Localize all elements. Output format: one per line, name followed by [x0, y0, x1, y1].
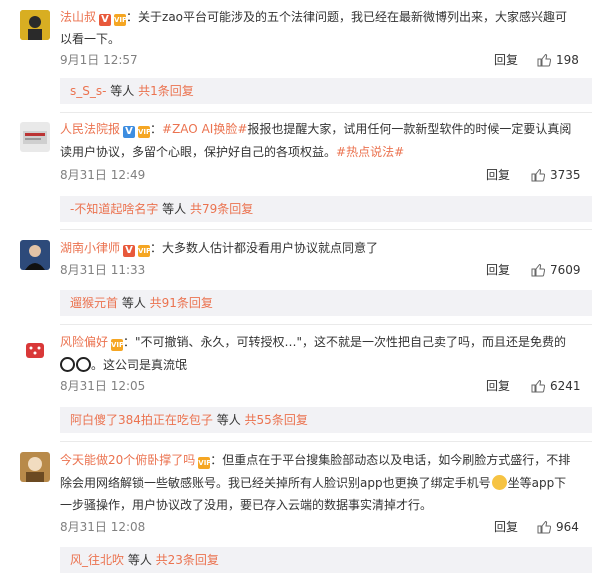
comment-text: ：但重点在于平台搜集脸部动态以及电话，如今刷脸方式盛行，不排	[210, 453, 571, 467]
sub-replies-bar[interactable]: 遛猴元首 等人 共91条回复	[60, 290, 592, 316]
comment-time: 8月31日 11:33	[60, 263, 146, 277]
vip-badge-icon: VIP	[138, 126, 152, 138]
sub-reply-count[interactable]: 共55条回复	[245, 413, 308, 427]
sub-replies-bar[interactable]: s_S_s- 等人 共1条回复	[60, 78, 592, 104]
divider	[60, 112, 592, 113]
sub-reply-text: 等人	[212, 413, 245, 427]
comment-text-line: 湖南小律师 V VIP：大多数人估计都没看用户协议就点同意了	[60, 237, 378, 259]
reply-button[interactable]: 回复	[486, 262, 510, 278]
comment-text-line: 风险偏好 VIP："不可撤销、永久，可转授权…"，这不就是一次性把自己卖了吗，而且…	[60, 331, 566, 353]
like-count: 3735	[550, 168, 581, 182]
topic-link[interactable]: #热点说法#	[336, 145, 404, 159]
verified-badge-icon: V	[123, 126, 136, 138]
comment-text-line: 。这公司是真流氓	[60, 354, 187, 376]
comment-username[interactable]: 风险偏好	[60, 335, 108, 349]
like-count: 198	[556, 53, 579, 67]
eyes-emoji-icon	[60, 357, 75, 372]
comment-text-line: 除会用网络解锁一些敏感账号。我已经关掉所有人脸识别app也更换了绑定手机号 坐等a…	[60, 472, 566, 494]
sub-reply-text: 等人	[158, 202, 190, 216]
comment-text-line: 读用户协议，多留个心眼，保护好自己的各项权益。#热点说法#	[60, 141, 404, 163]
like-button[interactable]: 198	[537, 52, 579, 68]
comment-text-line: 一步骚操作，用户协议改了没用，要已存入云端的数据事实清掉才行。	[60, 494, 432, 516]
sub-replies-bar[interactable]: -不知道起啥名字 等人 共79条回复	[60, 196, 592, 222]
avatar[interactable]	[20, 122, 50, 152]
sub-reply-user[interactable]: s_S_s-	[70, 84, 106, 98]
comment-text-line: 以看一下。	[60, 28, 120, 50]
sub-reply-count[interactable]: 共91条回复	[150, 296, 213, 310]
avatar[interactable]	[20, 10, 50, 40]
divider	[60, 229, 592, 230]
thumbs-up-icon	[537, 520, 552, 534]
sub-reply-text: 等人	[106, 84, 139, 98]
eyes-emoji-icon	[76, 357, 91, 372]
sub-reply-text: 等人	[118, 296, 150, 310]
thumbs-up-icon	[537, 53, 552, 67]
comment-text: ："不可撤销、永久，可转授权…"，这不就是一次性把自己卖了吗，而且还是免费的	[123, 335, 567, 349]
comment-text: 除会用网络解锁一些敏感账号。我已经关掉所有人脸识别app也更换了绑定手机号	[60, 476, 491, 490]
comment-username[interactable]: 法山叔	[60, 10, 96, 24]
reply-button[interactable]: 回复	[494, 52, 518, 68]
comment-text: 。这公司是真流氓	[91, 358, 188, 372]
comment-text: 读用户协议，多留个心眼，保护好自己的各项权益。	[60, 145, 337, 159]
verified-badge-icon: V	[99, 14, 112, 26]
comment-time: 8月31日 12:49	[60, 168, 146, 182]
comment-text: 一步骚操作，用户协议改了没用，要已存入云端的数据事实清掉才行。	[60, 498, 433, 512]
sub-reply-text: 等人	[124, 553, 156, 567]
comment-username[interactable]: 今天能做20个俯卧撑了吗	[60, 453, 195, 467]
comment-time: 8月31日 12:08	[60, 520, 146, 534]
sub-replies-bar[interactable]: 风_往北吹 等人 共23条回复	[60, 547, 592, 573]
like-button[interactable]: 6241	[531, 378, 581, 394]
avatar[interactable]	[20, 452, 50, 482]
comment-text: 坐等app下	[507, 476, 567, 490]
comment-text: 以看一下。	[60, 32, 121, 46]
sub-reply-user[interactable]: 阿白傻了384拍正在吃包子	[70, 413, 213, 427]
comment-text: ：大多数人估计都没看用户协议就点同意了	[150, 241, 379, 255]
avatar[interactable]	[20, 334, 50, 364]
sub-reply-user[interactable]: -不知道起啥名字	[70, 202, 158, 216]
vip-badge-icon: VIP	[114, 14, 128, 26]
like-button[interactable]: 964	[537, 519, 579, 535]
thumbs-up-icon	[531, 168, 546, 182]
comment-time: 9月1日 12:57	[60, 53, 138, 67]
comment-time: 8月31日 12:05	[60, 379, 146, 393]
comment-text: ：关于zao平台可能涉及的五个法律问题，我已经在最新微博列出来，大家感兴趣可	[126, 10, 568, 24]
like-count: 7609	[550, 263, 581, 277]
like-button[interactable]: 3735	[531, 167, 581, 183]
reply-button[interactable]: 回复	[486, 378, 510, 394]
comment-text: 报报也提醒大家，试用任何一款新型软件的时候一定要认真阅	[247, 122, 572, 136]
sub-reply-count[interactable]: 共79条回复	[190, 202, 253, 216]
comment-username[interactable]: 湖南小律师	[60, 241, 120, 255]
comment-text-line: 今天能做20个俯卧撑了吗 VIP：但重点在于平台搜集脸部动态以及电话，如今刷脸方式…	[60, 449, 570, 471]
like-count: 6241	[550, 379, 581, 393]
vip-badge-icon: VIP	[111, 339, 125, 351]
sub-replies-bar[interactable]: 阿白傻了384拍正在吃包子 等人 共55条回复	[60, 407, 592, 433]
divider	[60, 324, 592, 325]
divider	[60, 441, 592, 442]
sub-reply-user[interactable]: 遛猴元首	[70, 296, 118, 310]
sub-reply-count[interactable]: 共23条回复	[156, 553, 219, 567]
like-count: 964	[556, 520, 579, 534]
comment-username[interactable]: 人民法院报	[60, 122, 120, 136]
thinking-face-emoji-icon	[491, 475, 507, 490]
vip-badge-icon: VIP	[138, 245, 152, 257]
avatar[interactable]	[20, 240, 50, 270]
thumbs-up-icon	[531, 263, 546, 277]
like-button[interactable]: 7609	[531, 262, 581, 278]
reply-button[interactable]: 回复	[486, 167, 510, 183]
thumbs-up-icon	[531, 379, 546, 393]
reply-button[interactable]: 回复	[494, 519, 518, 535]
verified-badge-icon: V	[123, 245, 136, 257]
sub-reply-user[interactable]: 风_往北吹	[70, 553, 124, 567]
vip-badge-icon: VIP	[198, 457, 212, 469]
topic-link[interactable]: #ZAO AI换脸#	[162, 122, 247, 136]
comment-text-line: 人民法院报 V VIP：#ZAO AI换脸#报报也提醒大家，试用任何一款新型软件的时…	[60, 122, 572, 138]
sub-reply-count[interactable]: 共1条回复	[138, 84, 194, 98]
comment-text-line: 法山叔 V VIP：关于zao平台可能涉及的五个法律问题，我已经在最新微博列出来，大…	[60, 6, 567, 28]
